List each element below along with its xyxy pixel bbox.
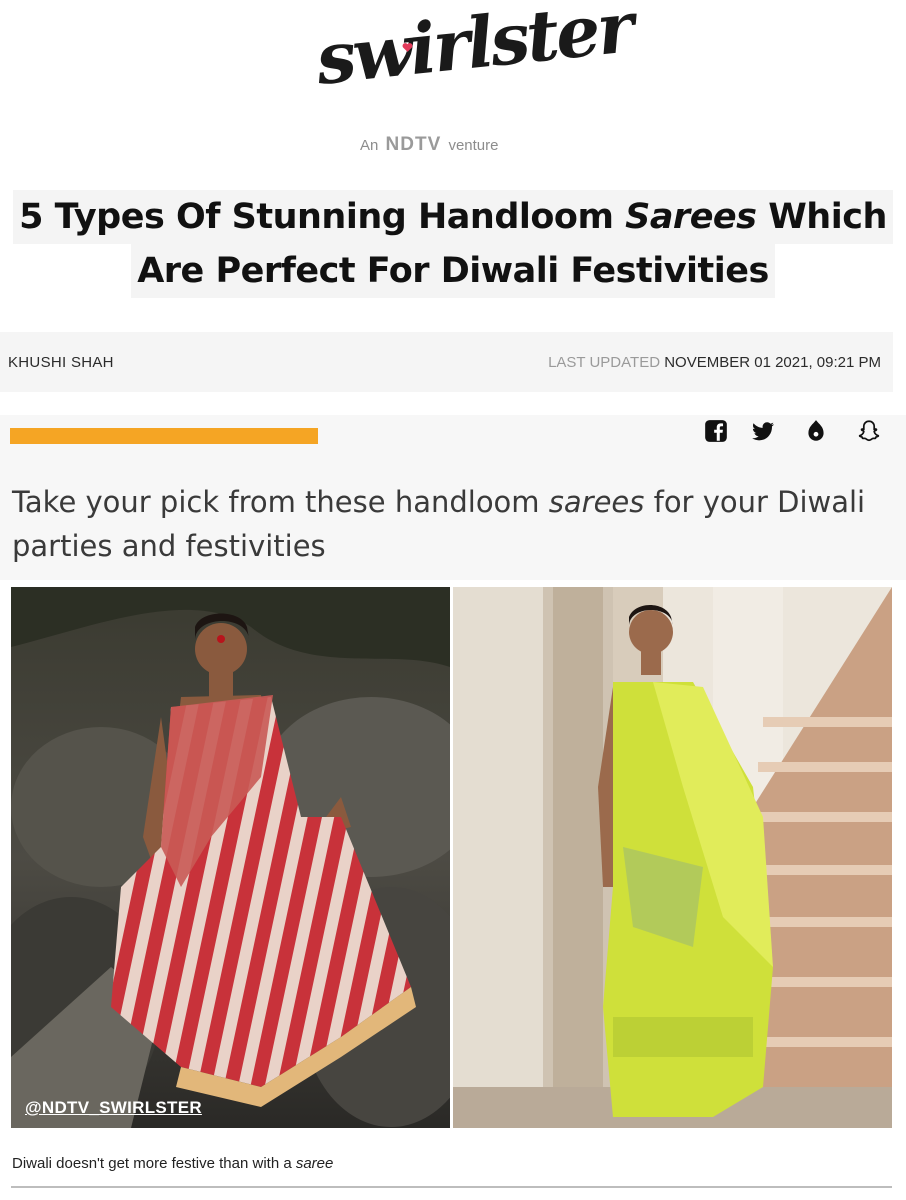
headline-line-1: 5 Types Of Stunning Handloom Sarees Whic…: [13, 190, 893, 244]
photo-caption: Diwali doesn't get more festive than wit…: [12, 1155, 333, 1172]
article-subheading: Take your pick from these handloom saree…: [12, 480, 872, 568]
caption-italic-text: saree: [295, 1155, 334, 1172]
facebook-icon[interactable]: [703, 418, 729, 444]
divider: [11, 1186, 892, 1188]
twitter-icon[interactable]: [750, 418, 776, 444]
ndtv-logo: NDTV: [385, 134, 442, 155]
brand-header: swirlster An NDTV venture: [0, 0, 906, 170]
author-name[interactable]: KHUSHI SHAH: [8, 354, 114, 371]
sharechat-icon[interactable]: [803, 418, 829, 444]
headline-text: 5 Types Of Stunning Handloom: [19, 197, 626, 237]
subheading-italic-text: sarees: [548, 485, 645, 519]
article-headline: 5 Types Of Stunning Handloom Sarees Whic…: [0, 190, 906, 298]
caption-text: Diwali doesn't get more festive than wit…: [12, 1155, 296, 1172]
article-page: swirlster An NDTV venture 5 Types Of Stu…: [0, 0, 906, 1200]
updated-date: NOVEMBER 01 2021, 09:21 PM: [664, 354, 881, 371]
headline-line-2: Are Perfect For Diwali Festivities: [131, 244, 775, 298]
headline-italic-text: Sarees: [625, 197, 757, 237]
heart-icon: [402, 43, 413, 52]
accent-bar: [10, 428, 318, 444]
tagline-suffix: venture: [448, 137, 499, 154]
brand-tagline: An NDTV venture: [360, 134, 560, 156]
subheading-text: Take your pick from these handloom: [12, 485, 549, 519]
last-updated: LAST UPDATED NOVEMBER 01 2021, 09:21 PM: [548, 354, 881, 371]
headline-text: Which: [756, 197, 887, 237]
byline-bar: KHUSHI SHAH LAST UPDATED NOVEMBER 01 202…: [0, 332, 893, 392]
saree-photo-yellow: [453, 587, 892, 1128]
swirlster-logo[interactable]: swirlster: [312, 0, 635, 128]
saree-photo-red: [11, 587, 450, 1128]
tagline-prefix: An: [360, 137, 379, 154]
snapchat-icon[interactable]: [856, 418, 882, 444]
photo-watermark: @NDTV_SWIRLSTER: [25, 1098, 202, 1117]
updated-label: LAST UPDATED: [548, 354, 661, 371]
